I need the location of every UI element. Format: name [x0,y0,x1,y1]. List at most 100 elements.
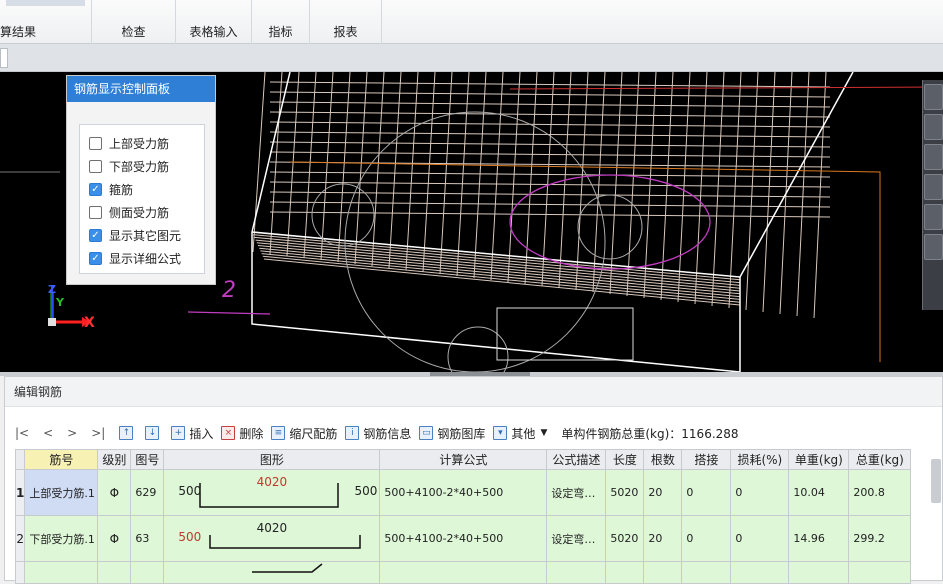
cell-grade[interactable]: Φ [97,469,132,516]
table-header-row: 筋号 级别 图号 图形 计算公式 公式描述 长度 根数 搭接 损耗(%) 单重(… [14,449,912,470]
cell-lap[interactable]: 0 [681,469,732,516]
column-header[interactable]: 长度 [605,449,645,470]
cell-loss[interactable] [730,561,790,584]
cell-grade[interactable]: Φ [97,515,132,562]
table-row[interactable]: 1 上部受力筋.1 Φ 629 500 4020 500 500+4100-2*… [14,469,912,516]
cell-desc[interactable]: 设定弯… [546,515,607,562]
checkbox-bottom-rebar[interactable] [89,160,102,173]
last-button[interactable]: >| [91,422,105,444]
cell-shape[interactable]: 500 4020 500 [163,469,381,516]
column-header[interactable]: 级别 [97,449,132,470]
checkbox-show-other-elements[interactable]: ✓ [89,229,102,242]
cell-total-weight[interactable] [848,561,912,584]
cell-unit-weight[interactable]: 14.96 [788,515,850,562]
ribbon-group-report[interactable]: 报表 [310,0,382,44]
option-stirrup[interactable]: ✓ 箍筋 [80,178,204,201]
next-button[interactable]: > [67,422,77,444]
option-bottom-rebar[interactable]: 下部受力筋 [80,155,204,178]
cell-name[interactable]: 上部受力筋.1 [24,469,99,516]
front-view-icon[interactable] [924,144,943,170]
cell-fig[interactable]: 629 [130,469,165,516]
cell-fig[interactable]: 63 [130,515,165,562]
cell-formula[interactable] [379,561,548,584]
cell-formula[interactable]: 500+4100-2*40+500 [379,515,548,562]
option-side-rebar[interactable]: 侧面受力筋 [80,201,204,224]
column-header[interactable]: 损耗(%) [730,449,790,470]
cell-name[interactable] [24,561,99,584]
cell-length[interactable]: 5020 [605,469,645,516]
orbit-tool-icon[interactable] [924,84,943,110]
move-up-button[interactable]: ↑ [119,422,137,444]
cell-lap[interactable]: 0 [681,515,732,562]
side-view-icon[interactable] [924,174,943,200]
column-header[interactable]: 单重(kg) [788,449,850,470]
column-header[interactable]: 总重(kg) [848,449,912,470]
move-down-button[interactable]: ↓ [145,422,163,444]
cell-shape[interactable]: 500 4020 [163,515,381,562]
rotate-view-icon[interactable] [924,204,943,230]
cell-lap[interactable] [681,561,732,584]
view-cube-icon[interactable] [924,114,943,140]
column-header[interactable]: 搭接 [681,449,732,470]
cell-count[interactable]: 20 [643,469,683,516]
cell-fig[interactable] [130,561,165,584]
rebar-library-button[interactable]: ▭ 钢筋图库 [419,422,485,444]
cell-total-weight[interactable]: 299.2 [848,515,912,562]
cell-desc[interactable] [546,561,607,584]
table-row[interactable]: 2 下部受力筋.1 Φ 63 500 4020 500+4100-2*40+50… [14,515,912,562]
cell-grade[interactable] [97,561,132,584]
cell-unit-weight[interactable]: 10.04 [788,469,850,516]
cell-total-weight[interactable]: 200.8 [848,469,912,516]
option-show-detail-formula[interactable]: ✓ 显示详细公式 [80,247,204,270]
ribbon-group-results[interactable]: 算结果 [0,0,92,44]
cell-count[interactable] [643,561,683,584]
rebar-info-button[interactable]: i 钢筋信息 [345,422,411,444]
cell-loss[interactable]: 0 [730,469,790,516]
column-header[interactable]: 根数 [643,449,683,470]
ribbon-group-label: 报表 [333,25,358,39]
column-header[interactable]: 计算公式 [379,449,548,470]
cell-unit-weight[interactable] [788,561,850,584]
option-label: 显示详细公式 [109,252,182,266]
row-number[interactable] [14,561,26,584]
other-menu-button[interactable]: ▾ 其他 ▼ [493,422,547,444]
column-header[interactable]: 图形 [163,449,381,470]
table-row[interactable] [14,561,912,584]
scale-rebar-button[interactable]: ≡ 缩尺配筋 [271,422,337,444]
library-icon: ▭ [419,426,434,440]
move-down-icon: ↓ [145,426,160,440]
total-weight-label: 单构件钢筋总重(kg)：1166.288 [561,426,739,441]
ribbon-group-check[interactable]: 检查 [92,0,176,44]
cell-desc[interactable]: 设定弯… [546,469,607,516]
checkbox-stirrup[interactable]: ✓ [89,183,102,196]
checkbox-top-rebar[interactable] [89,137,102,150]
table-scrollbar-thumb[interactable] [931,459,941,503]
ribbon-group-indicator[interactable]: 指标 [252,0,310,44]
row-number[interactable]: 2 [14,515,26,562]
column-header[interactable]: 公式描述 [546,449,607,470]
zoom-tool-icon[interactable] [924,234,943,260]
option-label: 上部受力筋 [109,137,170,151]
scale-icon: ≡ [271,426,286,440]
cell-formula[interactable]: 500+4100-2*40+500 [379,469,548,516]
prev-button[interactable]: < [43,422,53,444]
other-icon: ▾ [493,426,508,440]
checkbox-show-detail-formula[interactable]: ✓ [89,252,102,265]
column-header[interactable]: 筋号 [24,449,99,470]
cell-shape[interactable] [163,561,381,584]
cell-name[interactable]: 下部受力筋.1 [24,515,99,562]
ribbon-group-table-input[interactable]: 表格输入 [176,0,252,44]
cell-length[interactable]: 5020 [605,515,645,562]
cell-loss[interactable]: 0 [730,515,790,562]
insert-button[interactable]: + 插入 [171,422,213,444]
cell-length[interactable] [605,561,645,584]
first-button[interactable]: |< [15,422,29,444]
delete-button[interactable]: × 删除 [221,422,263,444]
row-number[interactable]: 1 [14,469,26,516]
option-show-other-elements[interactable]: ✓ 显示其它图元 [80,224,204,247]
column-header[interactable]: 图号 [130,449,165,470]
document-tab[interactable] [0,48,8,68]
cell-count[interactable]: 20 [643,515,683,562]
option-top-rebar[interactable]: 上部受力筋 [80,132,204,155]
checkbox-side-rebar[interactable] [89,206,102,219]
